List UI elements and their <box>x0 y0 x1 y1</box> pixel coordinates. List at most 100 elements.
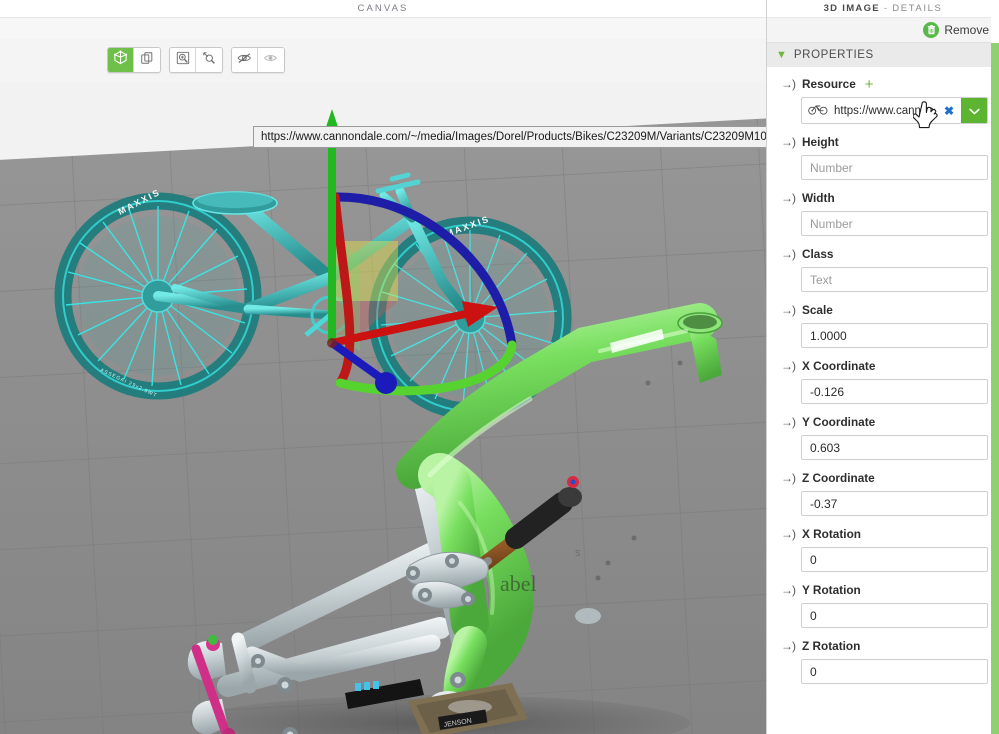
panel-scroll-rail[interactable] <box>991 0 999 734</box>
property-x-coordinate-label-row: →) X Coordinate <box>781 358 988 374</box>
dropout-marker-green <box>208 635 218 645</box>
property-height-label-row: →) Height <box>781 134 988 150</box>
canvas-subbar <box>0 17 766 39</box>
binding-arrow-icon[interactable]: →) <box>781 528 795 540</box>
class-input[interactable]: Text <box>801 267 988 292</box>
property-y-rotation: →) Y Rotation 0 <box>767 582 999 628</box>
binding-arrow-icon[interactable]: →) <box>781 78 795 90</box>
property-x-coordinate-label: X Coordinate <box>802 359 875 373</box>
binding-arrow-icon[interactable]: →) <box>781 136 795 148</box>
add-resource-button[interactable]: + <box>865 77 874 92</box>
property-x-rotation-label-row: →) X Rotation <box>781 526 988 542</box>
bicycle-icon <box>808 102 828 120</box>
canvas-title: CANVAS <box>0 0 766 17</box>
zoom-in-icon <box>176 51 190 70</box>
z-coordinate-input[interactable]: -0.37 <box>801 491 988 516</box>
resource-value-text: https://www.cannondale... <box>834 105 935 117</box>
binding-arrow-icon[interactable]: →) <box>781 248 795 260</box>
y-rotation-input[interactable]: 0 <box>801 603 988 628</box>
details-title-separator: - <box>884 3 888 14</box>
zoom-in-tool[interactable] <box>170 48 196 72</box>
hide-tool[interactable] <box>232 48 258 72</box>
height-input[interactable]: Number <box>801 155 988 180</box>
property-class-label: Class <box>802 247 833 261</box>
panel-scroll-rail-gap <box>991 0 999 43</box>
property-field-list: →)HeightNumber→)WidthNumber→)ClassText→)… <box>767 134 999 684</box>
resource-dropdown-toggle[interactable] <box>961 98 987 123</box>
property-z-coordinate-label: Z Coordinate <box>802 471 875 485</box>
property-y-coordinate-label-row: →) Y Coordinate <box>781 414 988 430</box>
toolbar-group-transform <box>107 47 161 73</box>
resource-value-area[interactable]: https://www.cannondale... ✖ <box>802 98 961 123</box>
details-action-bar: Remove <box>767 17 999 43</box>
binding-arrow-icon[interactable]: →) <box>781 192 795 204</box>
property-scale-label: Scale <box>802 303 833 317</box>
zoom-fit-tool[interactable] <box>196 48 222 72</box>
frame-bolt-dots <box>596 361 683 581</box>
property-class: →) Class Text <box>767 246 999 292</box>
scale-input[interactable]: 1.0000 <box>801 323 988 348</box>
zoom-fit-icon <box>202 51 216 70</box>
canvas-pane: CANVAS <box>0 0 766 734</box>
resource-url-tooltip: https://www.cannondale.com/~/media/Image… <box>253 126 766 148</box>
resource-combobox[interactable]: https://www.cannondale... ✖ <box>801 97 988 124</box>
binding-arrow-icon[interactable]: →) <box>781 472 795 484</box>
property-y-coordinate-label: Y Coordinate <box>802 415 875 429</box>
property-z-rotation: →) Z Rotation 0 <box>767 638 999 684</box>
property-height: →) Height Number <box>767 134 999 180</box>
property-y-coordinate: →) Y Coordinate 0.603 <box>767 414 999 460</box>
property-resource-label-row: →) Resource + <box>781 76 988 92</box>
property-width-label: Width <box>802 191 835 205</box>
properties-section-header[interactable]: ▼ PROPERTIES <box>767 43 999 67</box>
properties-body: →) Resource + h <box>767 67 999 704</box>
z-rotation-input[interactable]: 0 <box>801 659 988 684</box>
properties-section-label: PROPERTIES <box>794 49 874 61</box>
remove-button[interactable]: Remove <box>923 22 989 38</box>
property-z-coordinate-label-row: →) Z Coordinate <box>781 470 988 486</box>
x-coordinate-input[interactable]: -0.126 <box>801 379 988 404</box>
property-x-rotation-label: X Rotation <box>802 527 861 541</box>
property-scale-label-row: →) Scale <box>781 302 988 318</box>
show-tool[interactable] <box>258 48 284 72</box>
viewport-scene: MAXXIS ASSEGAI 29x2.5WT <box>0 83 766 734</box>
binding-arrow-icon[interactable]: →) <box>781 304 795 316</box>
binding-arrow-icon[interactable]: →) <box>781 416 795 428</box>
trash-icon <box>923 22 939 38</box>
binding-arrow-icon[interactable]: →) <box>781 640 795 652</box>
viewport-3d[interactable]: MAXXIS ASSEGAI 29x2.5WT <box>0 83 766 734</box>
property-z-rotation-label-row: →) Z Rotation <box>781 638 988 654</box>
eye-icon <box>263 51 279 70</box>
width-input[interactable]: Number <box>801 211 988 236</box>
details-panel-title: 3D IMAGE - DETAILS <box>767 0 999 17</box>
remove-button-label: Remove <box>944 23 989 37</box>
binding-arrow-icon[interactable]: →) <box>781 360 795 372</box>
property-z-coordinate: →) Z Coordinate -0.37 <box>767 470 999 516</box>
duplicate-tool[interactable] <box>134 48 160 72</box>
frame-watermark: abel <box>500 571 537 596</box>
copy-layers-icon <box>140 51 154 70</box>
close-x-icon[interactable]: ✖ <box>941 104 957 118</box>
property-width: →) Width Number <box>767 190 999 236</box>
details-pane: 3D IMAGE - DETAILS <box>766 0 999 734</box>
toolbar-group-zoom <box>169 47 223 73</box>
transform-gizmo-tool[interactable] <box>108 48 134 72</box>
chevron-down-icon <box>969 102 980 120</box>
details-title-sub: DETAILS <box>892 3 942 14</box>
binding-arrow-icon[interactable]: →) <box>781 584 795 596</box>
details-title-main: 3D IMAGE <box>824 3 880 14</box>
property-class-label-row: →) Class <box>781 246 988 262</box>
cube-gizmo-icon <box>113 50 128 70</box>
canvas-toolbar <box>107 47 285 73</box>
property-y-rotation-label: Y Rotation <box>802 583 861 597</box>
x-rotation-input[interactable]: 0 <box>801 547 988 572</box>
eye-slash-icon <box>237 51 253 70</box>
property-z-rotation-label: Z Rotation <box>802 639 860 653</box>
property-resource-label: Resource <box>802 77 856 91</box>
canvas-toolbar-row <box>0 39 766 83</box>
app-root: CANVAS <box>0 0 999 734</box>
property-x-coordinate: →) X Coordinate -0.126 <box>767 358 999 404</box>
handlebar-teal <box>378 175 418 191</box>
property-height-label: Height <box>802 135 839 149</box>
y-coordinate-input[interactable]: 0.603 <box>801 435 988 460</box>
property-width-label-row: →) Width <box>781 190 988 206</box>
